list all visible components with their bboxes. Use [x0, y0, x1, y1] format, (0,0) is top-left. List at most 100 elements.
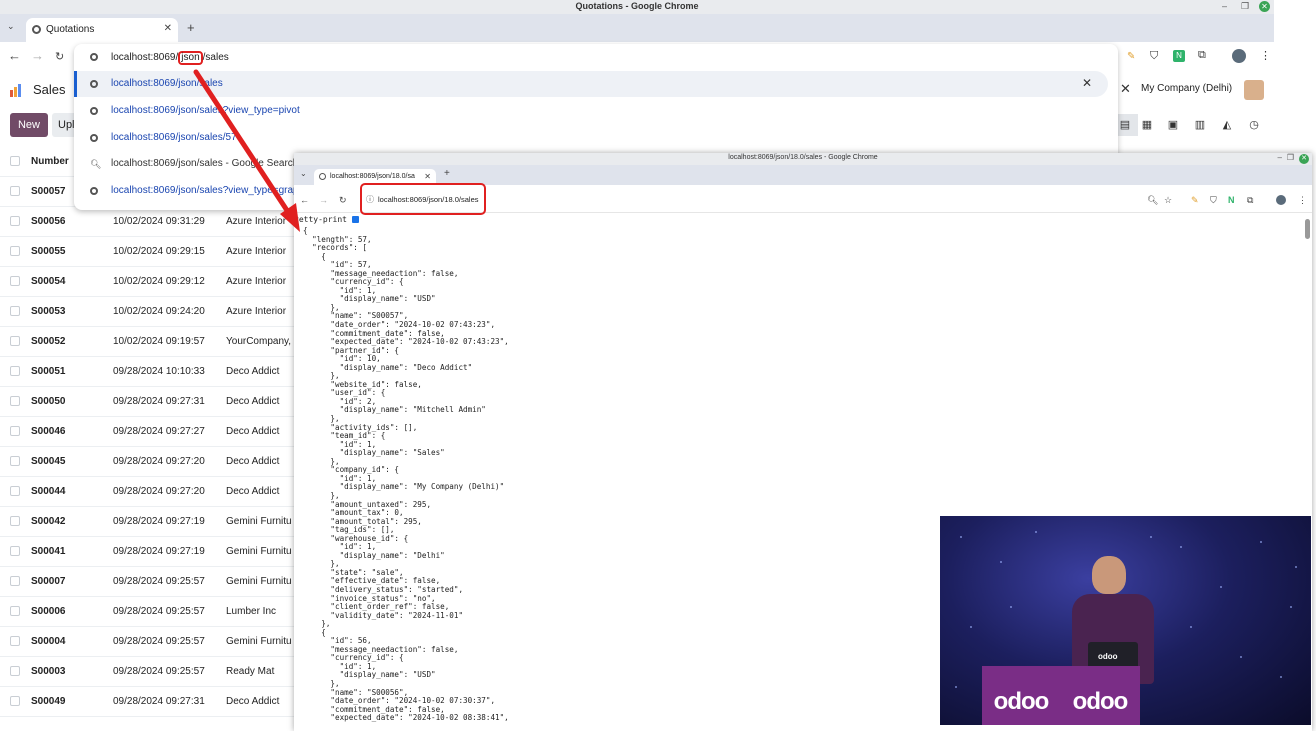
calendar-view-icon[interactable]: ▣ [1160, 114, 1186, 136]
app-name[interactable]: Sales [33, 82, 66, 97]
table-row[interactable]: S00054 10/02/2024 09:29:12 Azure Interior [0, 267, 300, 297]
reload-icon[interactable]: ↻ [55, 50, 64, 63]
minimize-icon[interactable]: – [1222, 1, 1227, 11]
order-date: 09/28/2024 10:10:33 [113, 366, 205, 377]
new-tab-icon[interactable]: + [187, 20, 195, 35]
suggestion-item[interactable]: localhost:8069/json/sales ✕ [74, 71, 1108, 97]
new-button[interactable]: New [10, 113, 48, 137]
menu-icon[interactable]: ⋮ [1298, 195, 1307, 206]
tab-search-icon[interactable]: ⌄ [300, 169, 307, 178]
row-checkbox[interactable] [10, 636, 20, 646]
profile-icon[interactable] [1276, 195, 1286, 205]
shield-icon[interactable]: ⛉ [1210, 195, 1217, 206]
reload-icon[interactable]: ↻ [339, 195, 347, 206]
suggestion-item[interactable]: localhost:8069/json/sales?view_type=pivo… [74, 98, 1108, 124]
zoom-icon[interactable]: 🔍︎ [1147, 195, 1158, 206]
row-checkbox[interactable] [10, 426, 20, 436]
kanban-view-icon[interactable]: ▦ [1134, 114, 1160, 136]
order-number: S00042 [31, 516, 66, 527]
row-checkbox[interactable] [10, 246, 20, 256]
table-row[interactable]: S00053 10/02/2024 09:24:20 Azure Interior [0, 297, 300, 327]
forward-icon[interactable]: → [31, 48, 44, 63]
remove-suggestion-icon[interactable]: ✕ [1082, 76, 1092, 90]
customer-name: Gemini Furnitu [226, 516, 292, 527]
extensions-puzzle-icon[interactable]: ⧉ [1247, 195, 1253, 206]
minimize-icon[interactable]: – [1278, 153, 1282, 162]
table-row[interactable]: S00042 09/28/2024 09:27:19 Gemini Furnitu [0, 507, 300, 537]
select-all-checkbox[interactable] [10, 156, 20, 166]
tab-close-icon[interactable]: ✕ [164, 23, 172, 34]
row-checkbox[interactable] [10, 276, 20, 286]
new-tab-icon[interactable]: + [444, 168, 450, 179]
column-number-header[interactable]: Number [31, 156, 69, 167]
address-bar-text[interactable]: localhost:8069/json/sales [111, 51, 229, 65]
address-bar[interactable]: localhost:8069/json/sales [74, 44, 1118, 70]
table-row[interactable]: S00007 09/28/2024 09:25:57 Gemini Furnitu [0, 567, 300, 597]
tab-quotations[interactable]: Quotations ✕ [26, 18, 178, 42]
extension-n-icon[interactable]: N [1228, 195, 1235, 205]
address-bar[interactable]: ⓘ localhost:8069/json/18.0/sales [360, 183, 486, 215]
table-row[interactable]: S00044 09/28/2024 09:27:20 Deco Addict [0, 477, 300, 507]
table-row[interactable]: S00004 09/28/2024 09:25:57 Gemini Furnitu [0, 627, 300, 657]
table-row[interactable]: S00045 09/28/2024 09:27:20 Deco Addict [0, 447, 300, 477]
pretty-print-checkbox[interactable] [351, 216, 359, 223]
user-avatar[interactable] [1244, 80, 1264, 100]
table-row[interactable]: S00006 09/28/2024 09:25:57 Lumber Inc [0, 597, 300, 627]
order-date: 10/02/2024 09:24:20 [113, 306, 205, 317]
graph-view-icon[interactable]: ◭ [1214, 114, 1240, 136]
table-row[interactable]: S00056 10/02/2024 09:31:29 Azure Interior [0, 207, 300, 237]
table-row[interactable]: S00055 10/02/2024 09:29:15 Azure Interior [0, 237, 300, 267]
customer-name: Gemini Furnitu [226, 546, 292, 557]
row-checkbox[interactable] [10, 396, 20, 406]
row-checkbox[interactable] [10, 336, 20, 346]
back-icon[interactable]: ← [8, 48, 21, 63]
profile-icon[interactable] [1232, 49, 1246, 63]
tab-close-icon[interactable]: ✕ [424, 172, 431, 181]
menu-icon[interactable]: ⋮ [1260, 49, 1271, 62]
row-checkbox[interactable] [10, 456, 20, 466]
row-checkbox[interactable] [10, 486, 20, 496]
row-checkbox[interactable] [10, 216, 20, 226]
table-row[interactable]: S00049 09/28/2024 09:27:31 Deco Addict [0, 687, 300, 717]
row-checkbox[interactable] [10, 666, 20, 676]
table-row[interactable]: S00003 09/28/2024 09:25:57 Ready Mat [0, 657, 300, 687]
row-checkbox[interactable] [10, 186, 20, 196]
row-checkbox[interactable] [10, 576, 20, 586]
close-icon[interactable]: ✕ [1259, 1, 1270, 12]
table-row[interactable]: S00041 09/28/2024 09:27:19 Gemini Furnitu [0, 537, 300, 567]
row-checkbox[interactable] [10, 306, 20, 316]
row-checkbox[interactable] [10, 606, 20, 616]
extension-n-icon[interactable]: N [1173, 50, 1185, 62]
address-bar-text[interactable]: localhost:8069/json/18.0/sales [378, 195, 479, 204]
forward-icon[interactable]: → [319, 195, 328, 205]
table-row[interactable]: S00050 09/28/2024 09:27:31 Deco Addict [0, 387, 300, 417]
row-checkbox[interactable] [10, 546, 20, 556]
bookmark-star-icon[interactable]: ☆ [1164, 195, 1172, 206]
scrollbar[interactable] [1305, 219, 1310, 239]
extension-pencil-icon[interactable]: ✎ [1191, 195, 1199, 206]
customer-name: Azure Interior [226, 306, 287, 317]
debug-tools-icon[interactable]: ✕ [1120, 81, 1131, 97]
row-checkbox[interactable] [10, 696, 20, 706]
pretty-print-toggle[interactable]: retty-print [294, 215, 359, 224]
extension-pencil-icon[interactable]: ✎ [1127, 51, 1135, 62]
row-checkbox[interactable] [10, 516, 20, 526]
extensions-puzzle-icon[interactable]: ⧉ [1198, 49, 1206, 62]
activity-view-icon[interactable]: ◷ [1241, 114, 1267, 136]
row-checkbox[interactable] [10, 366, 20, 376]
tab-search-icon[interactable]: ⌄ [7, 21, 15, 32]
maximize-icon[interactable]: ❐ [1287, 153, 1294, 162]
maximize-icon[interactable]: ❐ [1241, 1, 1249, 12]
pivot-view-icon[interactable]: ▥ [1187, 114, 1213, 136]
table-row[interactable]: S00051 09/28/2024 10:10:33 Deco Addict [0, 357, 300, 387]
customer-name: YourCompany, [226, 336, 292, 347]
upload-button[interactable]: Upl [52, 113, 76, 137]
order-date: 10/02/2024 09:29:15 [113, 246, 205, 257]
close-icon[interactable]: ✕ [1299, 154, 1309, 164]
suggestion-item[interactable]: localhost:8069/json/sales/57 [74, 125, 1108, 151]
table-row[interactable]: S00046 09/28/2024 09:27:27 Deco Addict [0, 417, 300, 447]
back-icon[interactable]: ← [300, 195, 309, 205]
company-switcher[interactable]: My Company (Delhi) [1141, 83, 1232, 94]
shield-icon[interactable]: ⛉ [1150, 50, 1158, 63]
table-row[interactable]: S00052 10/02/2024 09:19:57 YourCompany, [0, 327, 300, 357]
